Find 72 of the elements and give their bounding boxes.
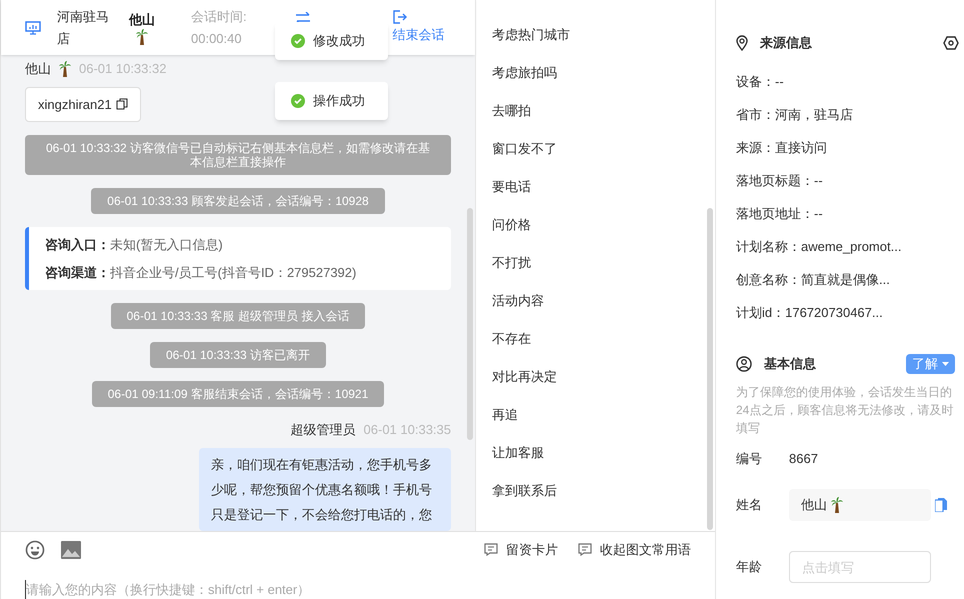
info-label: 咨询入口：: [45, 236, 110, 254]
section-title: 基本信息: [764, 355, 816, 374]
emoji-icon[interactable]: [25, 540, 45, 560]
store-name: 河南驻马店: [57, 8, 110, 48]
copy-icon[interactable]: [116, 98, 128, 110]
message-icon: [578, 543, 592, 556]
name-field[interactable]: 他山: [789, 489, 931, 521]
message-time: 06-01 10:33:35: [364, 421, 451, 439]
palm-tree-icon: [831, 497, 843, 513]
section-title: 来源信息: [760, 34, 812, 52]
transfer-icon[interactable]: [294, 12, 311, 24]
palm-tree-icon: [59, 60, 71, 77]
visitor-name: 他山: [129, 10, 155, 29]
toast-text: 修改成功: [313, 32, 365, 50]
source-info-row-text: 落地页地址：--: [736, 205, 824, 223]
message-bubble: 亲，咱们现在有钜惠活动，您手机号多少呢，帮您预留个优惠名额哦！手机号只是登记一下，不会给您打电话的，您: [199, 448, 451, 530]
notice-text: 为了保障您的使用体验，会话发生当日的24点之后，顾客信息将无法修改，请及时填写: [736, 384, 954, 437]
settings-icon[interactable]: [943, 36, 959, 50]
monitor-icon: [25, 20, 41, 34]
quick-reply-item[interactable]: 要电话: [492, 177, 699, 196]
message-icon: [484, 543, 498, 556]
message-time: 06-01 10:33:32: [79, 60, 166, 78]
info-label: 咨询渠道：: [45, 264, 110, 282]
sender-name: 超级管理员: [290, 421, 356, 439]
system-notice: 06-01 10:33:33 客服 超级管理员 接入会话: [110, 303, 366, 329]
quick-reply-item[interactable]: 不存在: [492, 329, 699, 348]
check-circle-icon: [291, 34, 305, 48]
caret-icon: [942, 362, 949, 366]
quick-reply-item[interactable]: 活动内容: [492, 291, 699, 310]
session-time-label: 会话时间:: [191, 8, 247, 26]
toast-text: 操作成功: [313, 92, 365, 110]
field-label: 年龄: [736, 558, 763, 576]
system-notice: 06-01 10:33:33 访客已离开: [150, 342, 326, 368]
quick-reply-item[interactable]: 让加客服: [492, 443, 699, 462]
quick-reply-item[interactable]: 再追: [492, 405, 699, 424]
info-value: 未知(暂无入口信息): [110, 236, 223, 254]
quick-reply-item[interactable]: 问价格: [492, 215, 699, 234]
source-info-row-text: 创意名称：简直就是偶像...: [736, 271, 891, 289]
system-notice: 06-01 09:11:09 客服结束会话，会话编号：10921: [92, 381, 384, 407]
logout-icon: [392, 10, 407, 24]
image-icon[interactable]: [61, 540, 81, 558]
sender-name: 他山: [25, 60, 51, 78]
source-info-row-text: 落地页标题：--: [736, 172, 824, 190]
session-time: 00:00:40: [191, 30, 243, 48]
toolbar-button[interactable]: 留资卡片: [484, 540, 558, 560]
system-notice: 06-01 10:33:33 顾客发起会话，会话编号：10928: [91, 188, 385, 214]
source-info-row-text: 来源：直接访问: [736, 139, 828, 157]
quick-reply-item[interactable]: 对比再决定: [492, 367, 699, 386]
field-label: 编号: [736, 450, 763, 468]
message-text: xingzhiran21: [38, 96, 112, 114]
quick-reply-item[interactable]: 不打扰: [492, 253, 699, 272]
palm-tree-icon: [136, 29, 148, 46]
source-info-row-text: 计划名称：aweme_promot...: [736, 238, 902, 256]
source-info-row-text: 设备：--: [736, 73, 785, 91]
source-info-row-text: 省市：河南，驻马店: [736, 106, 854, 124]
message-input[interactable]: 请输入您的内容（换行快捷键：shift/ctrl + enter）: [25, 580, 691, 599]
check-circle-icon: [291, 94, 305, 108]
source-info-row-text: 计划id：176720730467...: [736, 304, 884, 322]
field-label: 姓名: [736, 496, 763, 514]
name-value: 他山: [801, 496, 827, 514]
quick-reply-item[interactable]: 考虑热门城市: [492, 25, 699, 44]
quick-reply-item[interactable]: 窗口发不了: [492, 139, 699, 158]
toolbar-button[interactable]: 收起图文常用语: [578, 540, 691, 560]
location-pin-icon: [736, 35, 748, 51]
end-session-button[interactable]: 结束会话: [392, 10, 445, 46]
field-value: 8667: [789, 450, 818, 468]
quick-reply-item[interactable]: 去哪拍: [492, 101, 699, 120]
system-notice: 06-01 10:33:32 访客微信号已自动标记右侧基本信息栏，如需修改请在基本信息栏直接操作: [25, 135, 451, 175]
quick-reply-item[interactable]: 拿到联系后: [492, 481, 699, 500]
info-value: 抖音企业号/员工号(抖音号ID：279527392): [110, 264, 356, 282]
user-icon: [736, 356, 752, 372]
quick-reply-item[interactable]: 考虑旅拍吗: [492, 63, 699, 82]
